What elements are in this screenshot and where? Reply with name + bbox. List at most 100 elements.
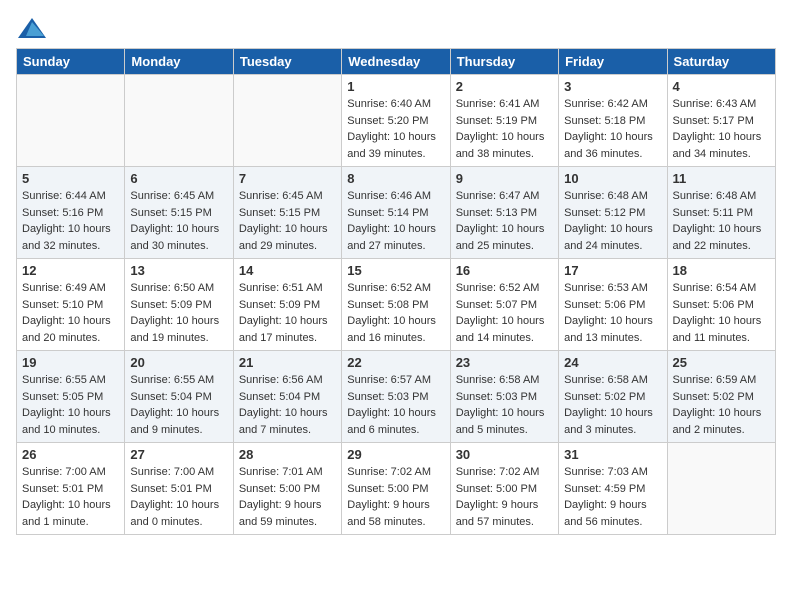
- sunrise-text: Sunrise: 6:55 AM: [22, 372, 119, 389]
- sunrise-text: Sunrise: 6:48 AM: [673, 188, 770, 205]
- day-number: 28: [239, 447, 336, 462]
- day-number: 22: [347, 355, 444, 370]
- day-info: Sunrise: 6:52 AMSunset: 5:07 PMDaylight:…: [456, 280, 553, 346]
- calendar-week-3: 12Sunrise: 6:49 AMSunset: 5:10 PMDayligh…: [17, 259, 776, 351]
- day-number: 3: [564, 79, 661, 94]
- daylight-text: Daylight: 10 hours and 16 minutes.: [347, 313, 444, 346]
- day-number: 7: [239, 171, 336, 186]
- daylight-text: Daylight: 10 hours and 0 minutes.: [130, 497, 227, 530]
- sunset-text: Sunset: 5:20 PM: [347, 113, 444, 130]
- calendar-cell: [17, 75, 125, 167]
- sunset-text: Sunset: 5:01 PM: [130, 481, 227, 498]
- sunrise-text: Sunrise: 6:40 AM: [347, 96, 444, 113]
- sunrise-text: Sunrise: 6:58 AM: [564, 372, 661, 389]
- day-number: 9: [456, 171, 553, 186]
- daylight-text: Daylight: 10 hours and 38 minutes.: [456, 129, 553, 162]
- day-info: Sunrise: 7:01 AMSunset: 5:00 PMDaylight:…: [239, 464, 336, 530]
- calendar-week-1: 1Sunrise: 6:40 AMSunset: 5:20 PMDaylight…: [17, 75, 776, 167]
- sunrise-text: Sunrise: 7:01 AM: [239, 464, 336, 481]
- daylight-text: Daylight: 10 hours and 10 minutes.: [22, 405, 119, 438]
- daylight-text: Daylight: 10 hours and 22 minutes.: [673, 221, 770, 254]
- sunset-text: Sunset: 5:16 PM: [22, 205, 119, 222]
- sunset-text: Sunset: 5:11 PM: [673, 205, 770, 222]
- sunrise-text: Sunrise: 6:49 AM: [22, 280, 119, 297]
- day-info: Sunrise: 6:43 AMSunset: 5:17 PMDaylight:…: [673, 96, 770, 162]
- day-number: 20: [130, 355, 227, 370]
- day-number: 30: [456, 447, 553, 462]
- day-info: Sunrise: 6:51 AMSunset: 5:09 PMDaylight:…: [239, 280, 336, 346]
- sunrise-text: Sunrise: 6:43 AM: [673, 96, 770, 113]
- daylight-text: Daylight: 10 hours and 19 minutes.: [130, 313, 227, 346]
- sunrise-text: Sunrise: 7:00 AM: [22, 464, 119, 481]
- calendar-cell: 24Sunrise: 6:58 AMSunset: 5:02 PMDayligh…: [559, 351, 667, 443]
- daylight-text: Daylight: 10 hours and 39 minutes.: [347, 129, 444, 162]
- sunrise-text: Sunrise: 7:03 AM: [564, 464, 661, 481]
- calendar-cell: 10 Sunrise: 6:48 AMSunset: 5:12 PMDayligh…: [559, 167, 667, 259]
- day-number: 10: [564, 171, 661, 186]
- day-info: Sunrise: 6:48 AMSunset: 5:12 PMDaylight:…: [564, 188, 661, 254]
- day-number: 25: [673, 355, 770, 370]
- calendar-cell: 26Sunrise: 7:00 AMSunset: 5:01 PMDayligh…: [17, 443, 125, 535]
- calendar-header-thursday: Thursday: [450, 49, 558, 75]
- calendar-cell: 12 Sunrise: 6:49 AMSunset: 5:10 PMDayligh…: [17, 259, 125, 351]
- day-number: 12: [22, 263, 119, 278]
- daylight-text: Daylight: 10 hours and 20 minutes.: [22, 313, 119, 346]
- calendar-cell: 7Sunrise: 6:45 AMSunset: 5:15 PMDaylight…: [233, 167, 341, 259]
- daylight-text: Daylight: 9 hours and 57 minutes.: [456, 497, 553, 530]
- sunrise-text: Sunrise: 6:47 AM: [456, 188, 553, 205]
- day-info: Sunrise: 6:55 AMSunset: 5:04 PMDaylight:…: [130, 372, 227, 438]
- sunrise-text: Sunrise: 7:02 AM: [456, 464, 553, 481]
- day-info: Sunrise: 6:56 AMSunset: 5:04 PMDaylight:…: [239, 372, 336, 438]
- calendar-cell: 5 Sunrise: 6:44 AMSunset: 5:16 PMDaylight…: [17, 167, 125, 259]
- daylight-text: Daylight: 10 hours and 24 minutes.: [564, 221, 661, 254]
- sunrise-text: Sunrise: 6:52 AM: [456, 280, 553, 297]
- sunrise-text: Sunrise: 6:44 AM: [22, 188, 119, 205]
- daylight-text: Daylight: 9 hours and 56 minutes.: [564, 497, 661, 530]
- sunrise-text: Sunrise: 6:55 AM: [130, 372, 227, 389]
- day-number: 5: [22, 171, 119, 186]
- calendar-cell: 23Sunrise: 6:58 AMSunset: 5:03 PMDayligh…: [450, 351, 558, 443]
- daylight-text: Daylight: 10 hours and 17 minutes.: [239, 313, 336, 346]
- sunrise-text: Sunrise: 6:45 AM: [130, 188, 227, 205]
- day-info: Sunrise: 7:00 AMSunset: 5:01 PMDaylight:…: [130, 464, 227, 530]
- calendar-cell: 18Sunrise: 6:54 AMSunset: 5:06 PMDayligh…: [667, 259, 775, 351]
- calendar-header-monday: Monday: [125, 49, 233, 75]
- day-info: Sunrise: 6:57 AMSunset: 5:03 PMDaylight:…: [347, 372, 444, 438]
- calendar-cell: 3 Sunrise: 6:42 AMSunset: 5:18 PMDaylight…: [559, 75, 667, 167]
- day-info: Sunrise: 6:44 AMSunset: 5:16 PMDaylight:…: [22, 188, 119, 254]
- day-number: 6: [130, 171, 227, 186]
- day-number: 19: [22, 355, 119, 370]
- day-info: Sunrise: 6:42 AMSunset: 5:18 PMDaylight:…: [564, 96, 661, 162]
- day-info: Sunrise: 7:03 AMSunset: 4:59 PMDaylight:…: [564, 464, 661, 530]
- sunset-text: Sunset: 5:10 PM: [22, 297, 119, 314]
- day-info: Sunrise: 7:02 AMSunset: 5:00 PMDaylight:…: [456, 464, 553, 530]
- logo: [16, 16, 50, 40]
- daylight-text: Daylight: 10 hours and 7 minutes.: [239, 405, 336, 438]
- calendar-cell: 20 Sunrise: 6:55 AMSunset: 5:04 PMDayligh…: [125, 351, 233, 443]
- sunset-text: Sunset: 5:03 PM: [347, 389, 444, 406]
- calendar-cell: 2Sunrise: 6:41 AMSunset: 5:19 PMDaylight…: [450, 75, 558, 167]
- sunset-text: Sunset: 5:06 PM: [673, 297, 770, 314]
- sunset-text: Sunset: 5:02 PM: [564, 389, 661, 406]
- calendar-cell: 25 Sunrise: 6:59 AMSunset: 5:02 PMDayligh…: [667, 351, 775, 443]
- calendar-cell: 21Sunrise: 6:56 AMSunset: 5:04 PMDayligh…: [233, 351, 341, 443]
- day-number: 2: [456, 79, 553, 94]
- sunset-text: Sunset: 5:12 PM: [564, 205, 661, 222]
- calendar-cell: 19Sunrise: 6:55 AMSunset: 5:05 PMDayligh…: [17, 351, 125, 443]
- sunset-text: Sunset: 5:09 PM: [239, 297, 336, 314]
- day-info: Sunrise: 6:59 AMSunset: 5:02 PMDaylight:…: [673, 372, 770, 438]
- calendar-cell: 30 Sunrise: 7:02 AMSunset: 5:00 PMDayligh…: [450, 443, 558, 535]
- day-info: Sunrise: 6:52 AMSunset: 5:08 PMDaylight:…: [347, 280, 444, 346]
- calendar-cell: [233, 75, 341, 167]
- sunrise-text: Sunrise: 6:46 AM: [347, 188, 444, 205]
- sunset-text: Sunset: 5:07 PM: [456, 297, 553, 314]
- daylight-text: Daylight: 10 hours and 11 minutes.: [673, 313, 770, 346]
- calendar-cell: 6 Sunrise: 6:45 AMSunset: 5:15 PMDaylight…: [125, 167, 233, 259]
- day-number: 1: [347, 79, 444, 94]
- calendar-cell: 29Sunrise: 7:02 AMSunset: 5:00 PMDayligh…: [342, 443, 450, 535]
- sunrise-text: Sunrise: 6:58 AM: [456, 372, 553, 389]
- day-number: 4: [673, 79, 770, 94]
- day-info: Sunrise: 6:45 AMSunset: 5:15 PMDaylight:…: [130, 188, 227, 254]
- sunset-text: Sunset: 5:15 PM: [130, 205, 227, 222]
- calendar-cell: 1 Sunrise: 6:40 AMSunset: 5:20 PMDaylight…: [342, 75, 450, 167]
